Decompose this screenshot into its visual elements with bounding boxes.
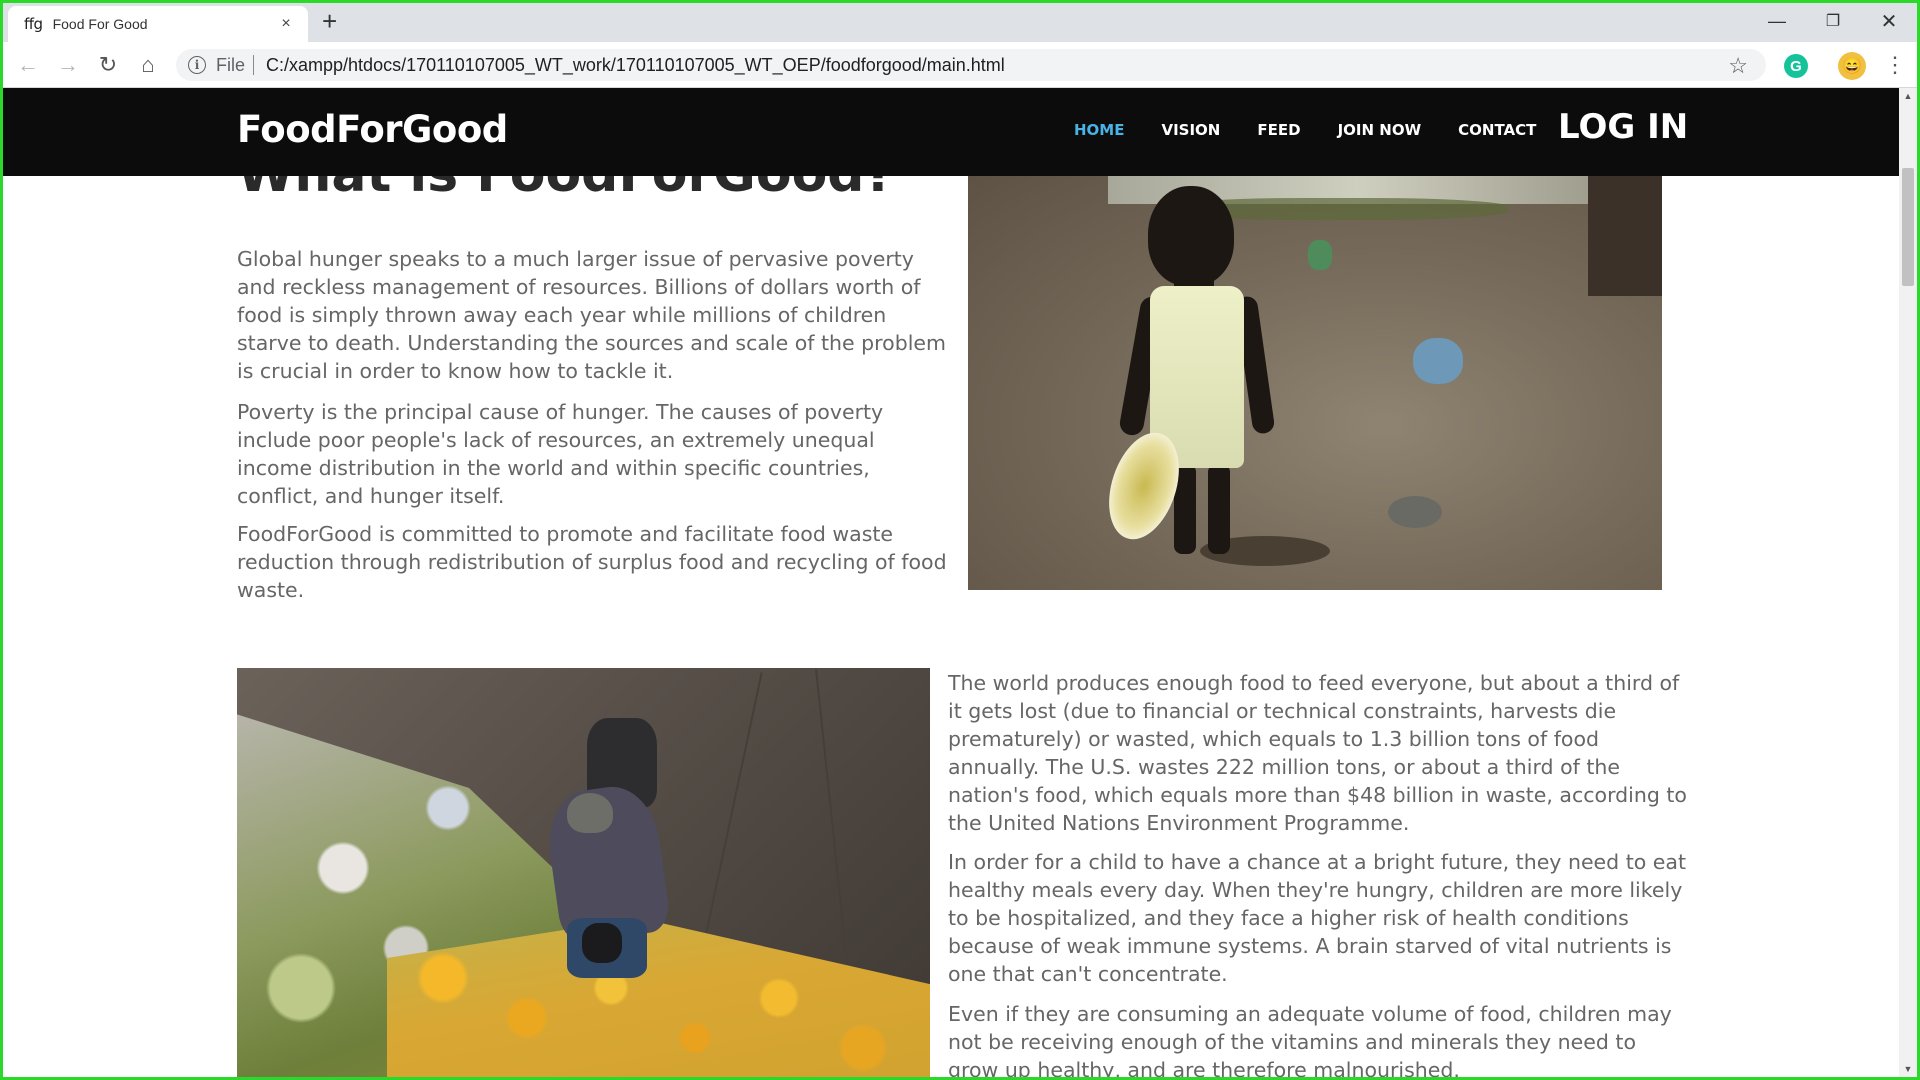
food-waste-photo — [237, 668, 930, 1077]
waste-paragraph-2: In order for a child to have a chance at… — [948, 850, 1687, 986]
back-icon[interactable]: ← — [14, 51, 42, 79]
close-window-icon[interactable]: ✕ — [1866, 4, 1912, 38]
nav-link-home[interactable]: HOME — [1074, 121, 1124, 139]
scroll-up-arrow-icon[interactable]: ▲ — [1899, 88, 1917, 104]
url-separator — [253, 55, 255, 75]
browser-tab-strip: ffg Food For Good × + — ❐ ✕ — [0, 0, 1920, 42]
home-icon[interactable]: ⌂ — [134, 51, 162, 79]
page-viewport: What is FoodForGood? FoodForGood HOME VI… — [3, 88, 1899, 1077]
grammarly-extension-icon[interactable]: G — [1784, 54, 1808, 78]
waste-paragraph-1: The world produces enough food to feed e… — [948, 671, 1687, 835]
page-scrollbar[interactable]: ▲ ▼ — [1899, 88, 1917, 1077]
intro-paragraph-3: FoodForGood is committed to promote and … — [237, 522, 947, 602]
nav-link-join-now[interactable]: JOIN NOW — [1338, 121, 1422, 139]
url-scheme: File — [216, 54, 246, 75]
child-hunger-photo — [968, 176, 1662, 590]
reload-icon[interactable]: ↻ — [94, 51, 122, 79]
intro-paragraph-1: Global hunger speaks to a much larger is… — [237, 247, 946, 383]
profile-avatar-icon[interactable]: 😄 — [1838, 52, 1866, 80]
browser-toolbar: ← → ↻ ⌂ i File C:/xampp/htdocs/170110107… — [0, 42, 1920, 88]
tab-close-icon[interactable]: × — [276, 15, 296, 33]
tab-title: Food For Good — [52, 16, 148, 32]
menu-icon[interactable]: ⋮ — [1884, 52, 1906, 78]
restore-icon[interactable]: ❐ — [1810, 4, 1856, 38]
nav-link-feed[interactable]: FEED — [1257, 121, 1300, 139]
tab-favicon: ffg — [24, 15, 43, 33]
address-bar[interactable]: i File C:/xampp/htdocs/170110107005_WT_w… — [176, 49, 1766, 81]
login-button[interactable]: LOG IN — [1558, 107, 1688, 147]
forward-icon[interactable]: → — [54, 51, 82, 79]
nav-link-vision[interactable]: VISION — [1161, 121, 1220, 139]
intro-paragraph-2: Poverty is the principal cause of hunger… — [237, 400, 884, 508]
nav-link-contact[interactable]: CONTACT — [1458, 121, 1536, 139]
site-navbar: FoodForGood HOME VISION FEED JOIN NOW CO… — [3, 88, 1899, 176]
info-icon[interactable]: i — [188, 56, 206, 74]
star-icon[interactable]: ☆ — [1728, 53, 1748, 79]
nav-links: HOME VISION FEED JOIN NOW CONTACT — [1074, 121, 1573, 139]
brand-logo[interactable]: FoodForGood — [237, 108, 508, 151]
scroll-thumb[interactable] — [1902, 168, 1914, 286]
url-text[interactable]: C:/xampp/htdocs/170110107005_WT_work/170… — [266, 55, 1005, 76]
browser-tab[interactable]: ffg Food For Good × — [8, 6, 308, 42]
minimize-icon[interactable]: — — [1754, 4, 1800, 38]
scroll-down-arrow-icon[interactable]: ▼ — [1899, 1061, 1917, 1077]
waste-paragraph-3: Even if they are consuming an adequate v… — [948, 1002, 1672, 1077]
new-tab-button[interactable]: + — [322, 7, 337, 35]
